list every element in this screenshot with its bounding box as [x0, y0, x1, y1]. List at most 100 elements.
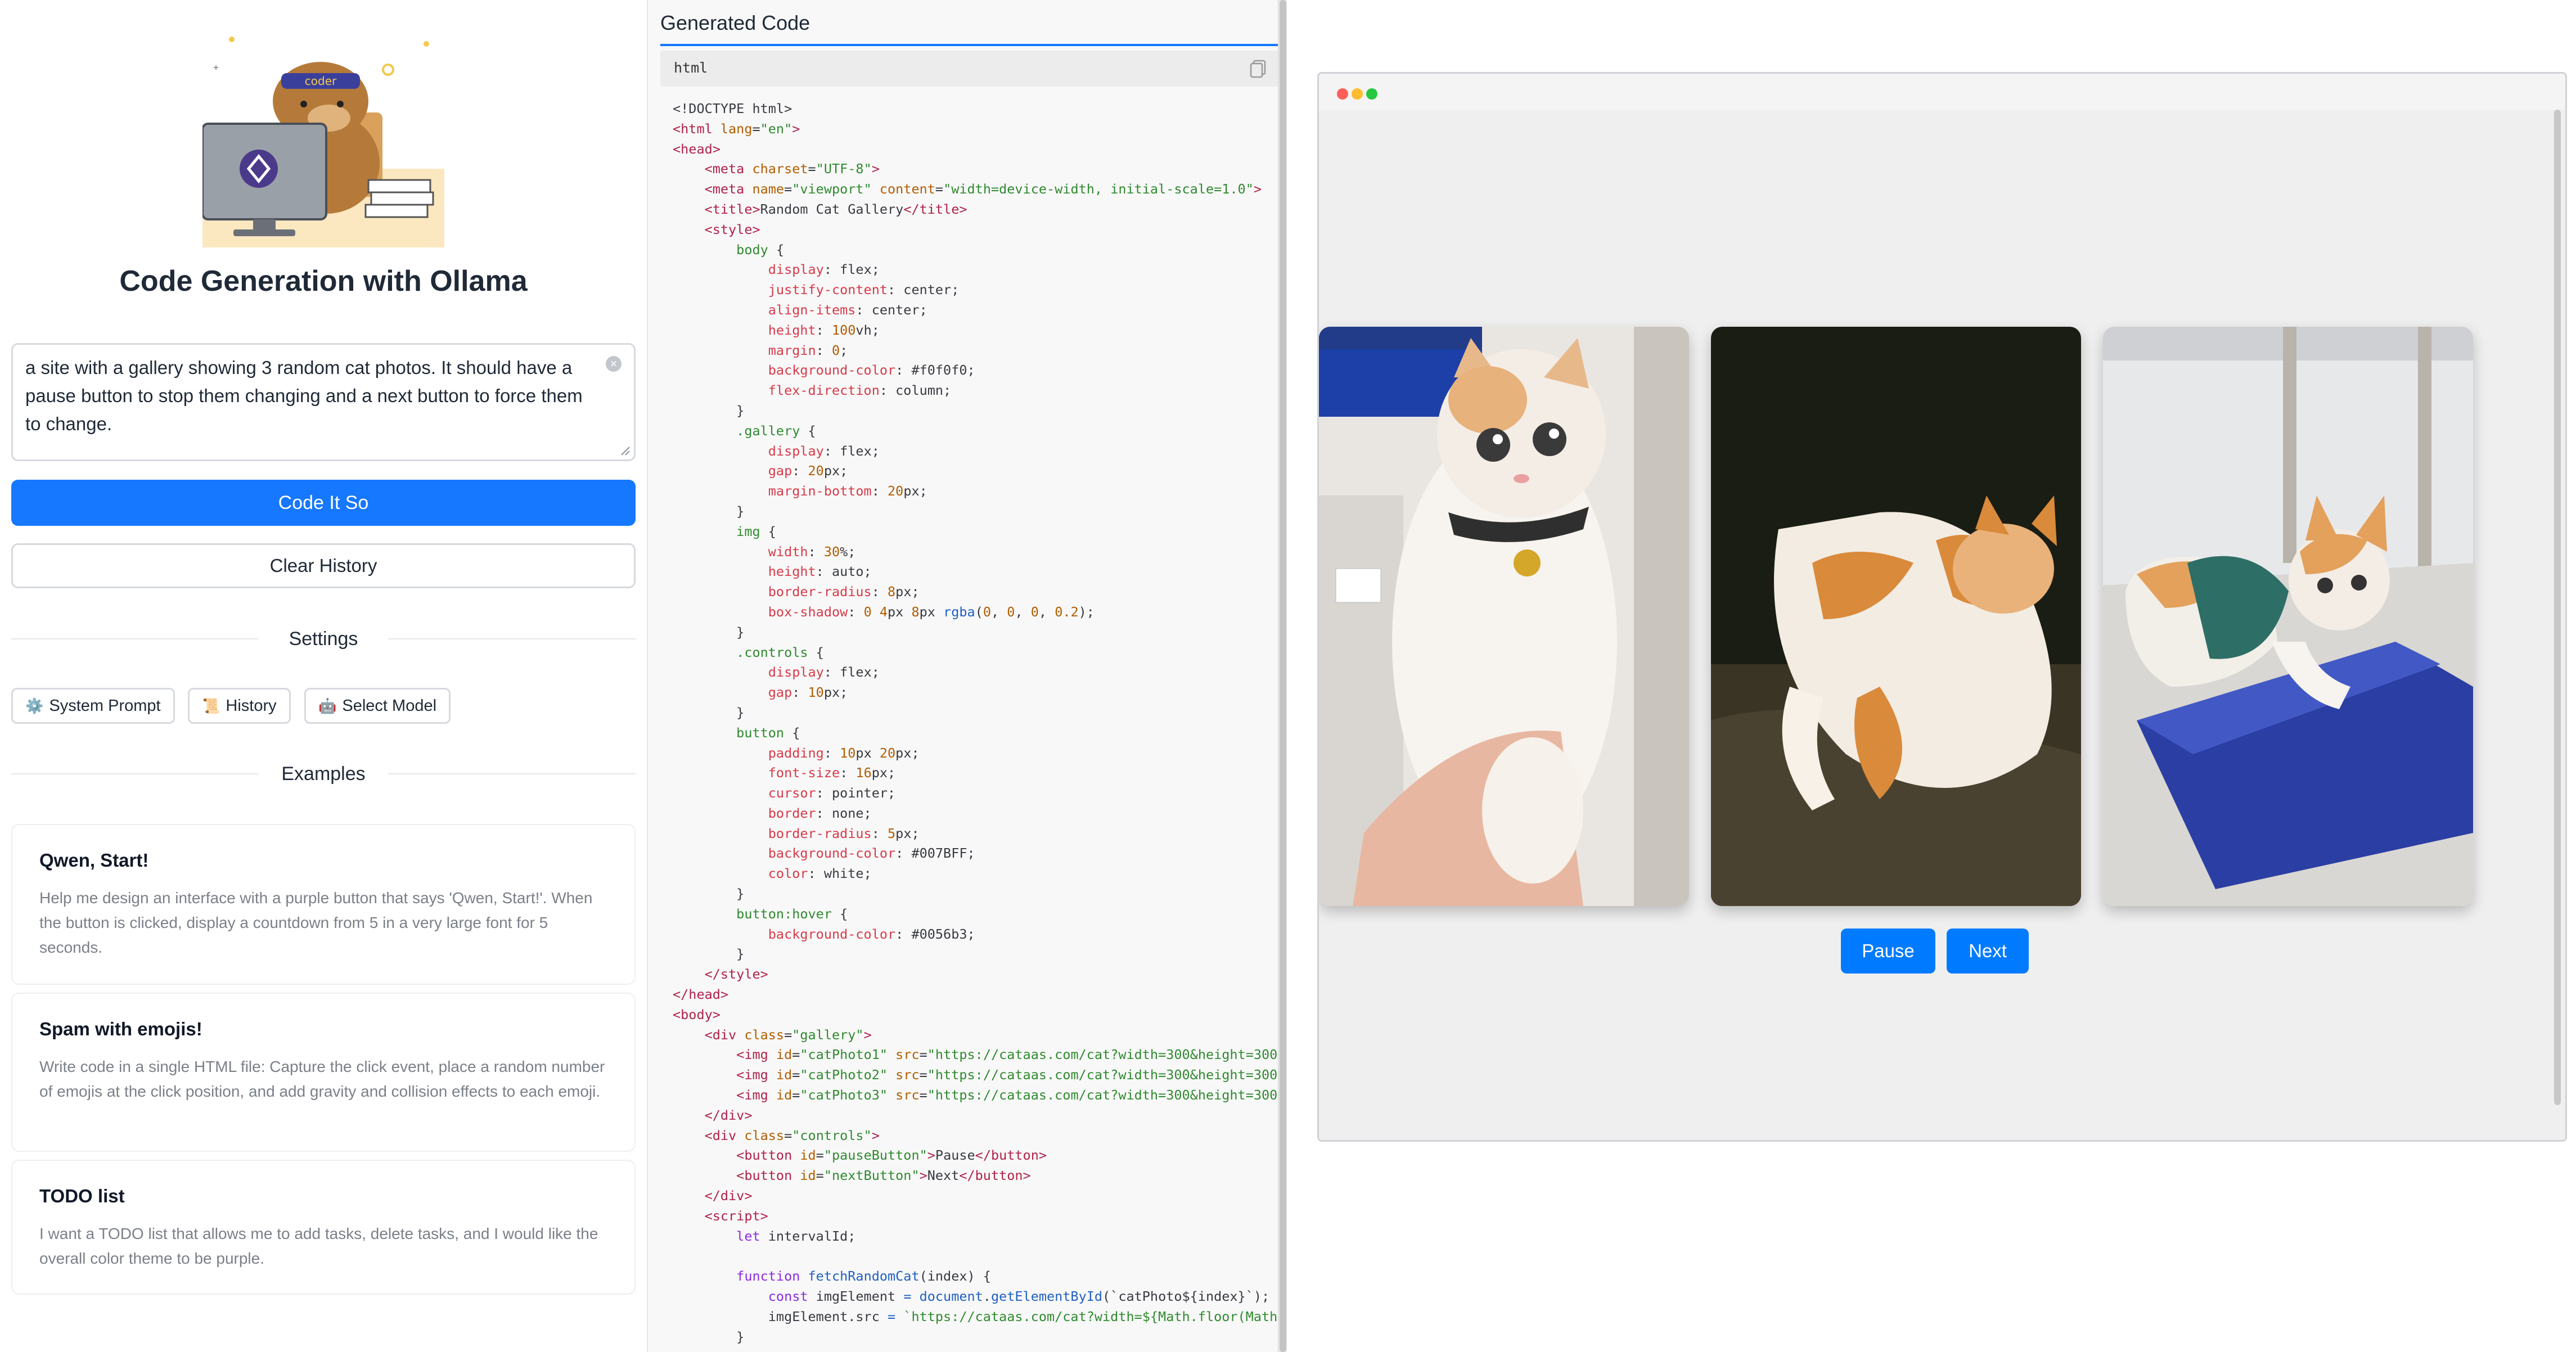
code-token: {	[840, 905, 848, 922]
code-token: }	[673, 624, 745, 640]
pause-button[interactable]: Pause	[1841, 929, 1935, 974]
code-content[interactable]: <!DOCTYPE html> <html lang="en"> <head> <m…	[673, 99, 1282, 1347]
code-token: =	[919, 1047, 927, 1063]
code-token: =	[784, 181, 792, 197]
code-line: height: auto;	[673, 562, 1282, 582]
code-line: gap: 10px;	[673, 683, 1282, 703]
code-token: Next	[927, 1168, 960, 1184]
clear-history-button[interactable]: Clear History	[11, 543, 636, 588]
code-line: display: flex;	[673, 663, 1282, 683]
code-token: }	[673, 1328, 745, 1345]
code-token: <button	[673, 1147, 800, 1164]
preview-scrollbar[interactable]	[2553, 110, 2562, 1133]
code-token: imgElement.src	[673, 1308, 888, 1324]
code-line: margin-bottom: 20px;	[673, 481, 1282, 502]
code-line: font-size: 16px;	[673, 763, 1282, 783]
code-token: {	[792, 724, 800, 741]
code-token: gap	[673, 684, 792, 701]
window-maximize-icon[interactable]	[1366, 88, 1377, 100]
code-token: (	[975, 603, 983, 620]
code-token: "controls"	[792, 1127, 872, 1143]
scrollbar-thumb[interactable]	[1280, 0, 1286, 1352]
code-token: class	[744, 1026, 785, 1043]
code-token: </div>	[673, 1107, 753, 1123]
select-model-button[interactable]: 🤖 Select Model	[304, 688, 451, 724]
copy-icon[interactable]	[1249, 58, 1268, 79]
code-token: ,	[1015, 603, 1031, 620]
code-token: Pause	[935, 1147, 975, 1164]
code-token: border-radius	[673, 584, 872, 600]
prompt-textarea[interactable]: a site with a gallery showing 3 random c…	[11, 343, 636, 461]
code-token: "https://cataas.com/cat?width=300&height…	[927, 1087, 1282, 1103]
clear-input-icon[interactable]: ×	[606, 356, 622, 372]
system-prompt-button[interactable]: ⚙️ System Prompt	[11, 688, 175, 724]
code-token: .	[983, 1288, 991, 1305]
example-card[interactable]: Qwen, Start! Help me design an interface…	[11, 824, 636, 985]
gear-icon: ⚙️	[25, 697, 44, 714]
code-token: id	[800, 1147, 816, 1164]
code-token: id	[800, 1168, 816, 1184]
window-close-icon[interactable]	[1337, 88, 1348, 100]
code-scrollbar[interactable]	[1278, 0, 1287, 1352]
code-line: width: 30%;	[673, 542, 1282, 562]
example-card[interactable]: TODO list I want a TODO list that allows…	[11, 1160, 636, 1295]
window-minimize-icon[interactable]	[1352, 88, 1363, 100]
code-token: 8	[888, 584, 896, 600]
next-button[interactable]: Next	[1947, 929, 2029, 974]
code-token: 0	[1030, 603, 1039, 620]
code-token: display	[673, 443, 824, 459]
code-token: =	[919, 1067, 927, 1083]
code-token: button	[673, 724, 792, 741]
example-card[interactable]: Spam with emojis! Write code in a single…	[11, 993, 636, 1152]
code-token: : none;	[816, 805, 872, 821]
code-token: </head>	[673, 986, 729, 1003]
example-title: Spam with emojis!	[39, 1018, 202, 1039]
select-model-label: Select Model	[342, 697, 437, 715]
code-token: <div	[673, 1026, 745, 1043]
scrollbar-thumb[interactable]	[2554, 110, 2561, 1105]
code-it-so-button[interactable]: Code It So	[11, 480, 636, 526]
code-line: <title>Random Cat Gallery</title>	[673, 200, 1282, 220]
code-line: <!DOCTYPE html>	[673, 99, 1282, 119]
code-token: background-color	[673, 926, 896, 942]
robot-icon: 🤖	[318, 697, 337, 714]
code-token: : center;	[855, 301, 927, 318]
code-token: id	[776, 1067, 792, 1083]
code-token: cursor	[673, 785, 816, 801]
code-line: box-shadow: 0 4px 8px rgba(0, 0, 0, 0.2)…	[673, 602, 1282, 623]
code-token: display	[673, 262, 824, 278]
code-token: "catPhoto2"	[800, 1067, 896, 1083]
code-token: : white;	[808, 866, 872, 882]
resize-grip-icon[interactable]	[618, 444, 631, 456]
code-token: "https://cataas.com/cat?width=300&height…	[927, 1047, 1282, 1063]
code-token: px	[919, 603, 944, 620]
code-line: <style>	[673, 220, 1282, 240]
code-token: const	[673, 1288, 816, 1305]
history-button[interactable]: 📜 History	[188, 688, 291, 724]
code-token: : center;	[888, 282, 960, 298]
code-line: button {	[673, 723, 1282, 743]
code-token: <body>	[673, 1006, 720, 1022]
code-line: body {	[673, 240, 1282, 260]
code-token: "pauseButton"	[823, 1147, 927, 1164]
code-token: :	[792, 463, 808, 479]
code-line: background-color: #007BFF;	[673, 844, 1282, 864]
history-label: History	[226, 697, 277, 715]
code-token: px;	[895, 825, 920, 841]
prompt-value[interactable]: a site with a gallery showing 3 random c…	[25, 354, 622, 438]
code-token: border	[673, 805, 816, 821]
code-token: >	[1253, 181, 1262, 197]
code-token: : column;	[879, 382, 952, 399]
code-token: src	[895, 1047, 920, 1063]
code-token: flex-direction	[673, 382, 880, 399]
code-token: 10	[840, 745, 856, 761]
code-token: function	[673, 1268, 808, 1285]
code-token: lang	[720, 120, 753, 137]
code-line: }	[673, 944, 1282, 965]
code-line: background-color: #f0f0f0;	[673, 360, 1282, 381]
code-token: :	[871, 825, 888, 841]
code-line: height: 100vh;	[673, 321, 1282, 341]
code-token: : flex;	[823, 664, 880, 680]
code-token: : #0056b3;	[895, 926, 975, 942]
